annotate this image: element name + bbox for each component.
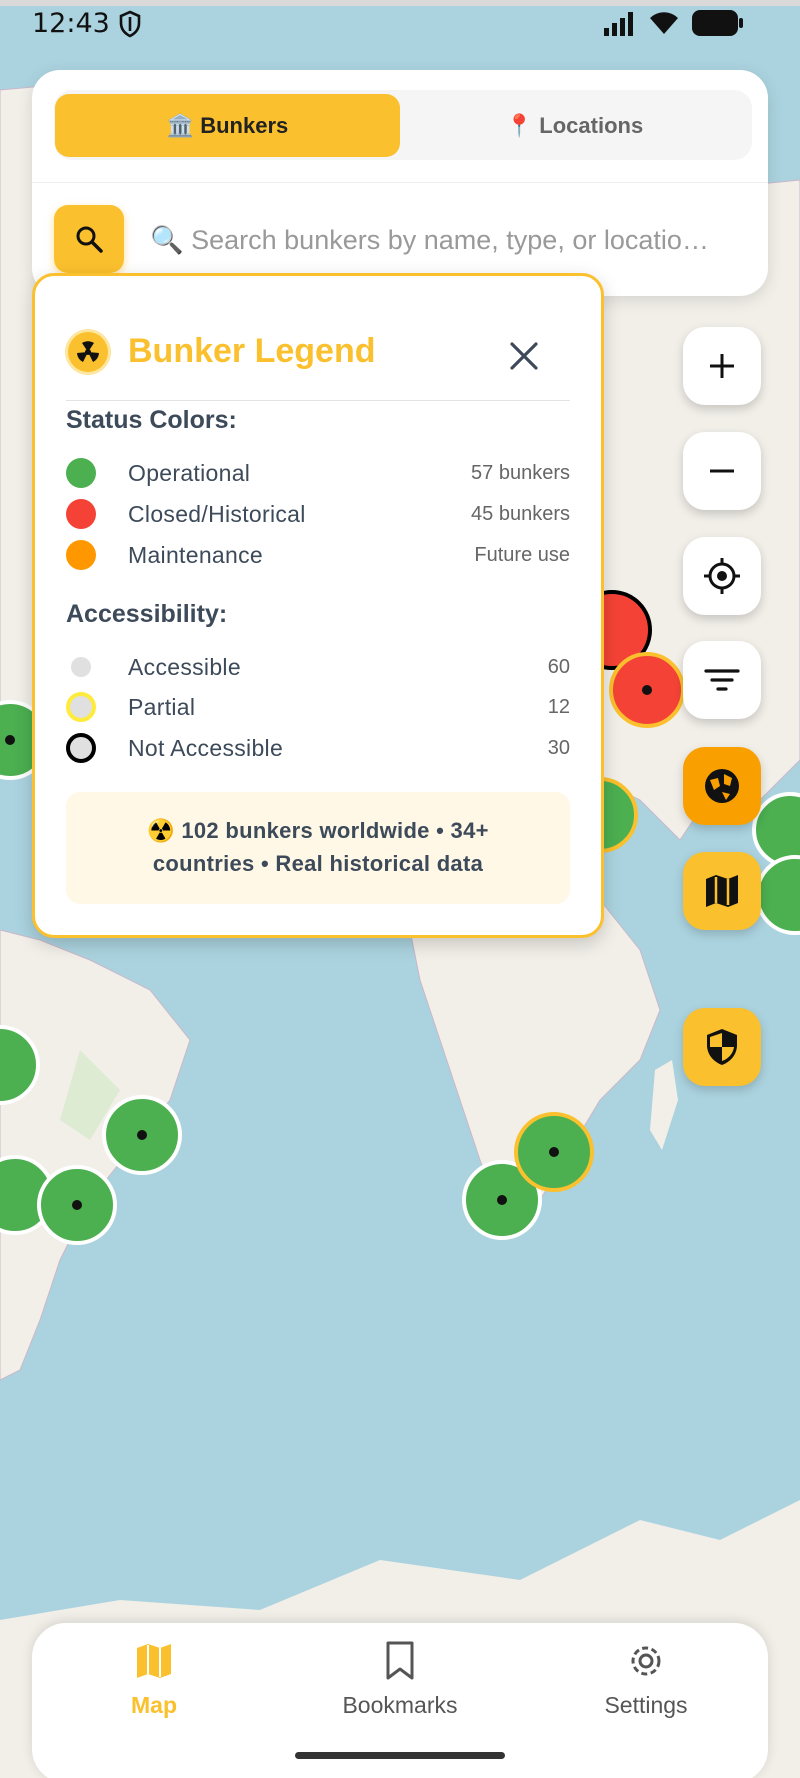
legend-item-value: 30 bbox=[547, 736, 570, 759]
security-button[interactable] bbox=[683, 1008, 761, 1086]
nav-map-label: Map bbox=[131, 1692, 177, 1718]
map-icon bbox=[137, 1644, 171, 1678]
legend-item-partial: Partial 12 bbox=[66, 691, 570, 723]
search-icon bbox=[76, 226, 103, 253]
nav-map[interactable]: Map bbox=[54, 1640, 254, 1740]
bunker-marker[interactable] bbox=[102, 1095, 182, 1175]
legend-item-value: 60 bbox=[547, 655, 570, 678]
info-line-2: countries • Real historical data bbox=[152, 851, 484, 876]
accessibility-heading: Accessibility: bbox=[66, 600, 228, 628]
filter-button[interactable] bbox=[683, 641, 761, 719]
nav-bookmarks-label: Bookmarks bbox=[342, 1692, 458, 1718]
minus-icon bbox=[710, 469, 734, 473]
legend-item-label: Partial bbox=[128, 693, 196, 720]
wifi-icon bbox=[650, 12, 678, 34]
legend-divider bbox=[66, 400, 570, 401]
legend-title: Bunker Legend bbox=[128, 332, 376, 370]
legend-item-accessible: Accessible 60 bbox=[66, 651, 570, 683]
red-dot bbox=[66, 499, 96, 529]
globe-icon bbox=[705, 769, 739, 803]
legend-item-label: Maintenance bbox=[128, 541, 263, 568]
legend-item-label: Accessible bbox=[128, 653, 241, 680]
status-time: 12:43 bbox=[32, 8, 110, 39]
legend-item-not-accessible: Not Accessible 30 bbox=[66, 732, 570, 764]
nav-bookmarks[interactable]: Bookmarks bbox=[300, 1640, 500, 1740]
zoom-in-button[interactable] bbox=[683, 327, 761, 405]
search-input[interactable]: 🔍 Search bunkers by name, type, or locat… bbox=[150, 218, 730, 262]
legend-item-operational: Operational 57 bunkers bbox=[66, 457, 570, 489]
my-location-button[interactable] bbox=[683, 537, 761, 615]
accessible-dot bbox=[71, 657, 91, 677]
partial-dot bbox=[66, 692, 96, 722]
zoom-out-button[interactable] bbox=[683, 432, 761, 510]
shield-icon bbox=[707, 1029, 737, 1065]
tab-locations[interactable]: 📍 Locations bbox=[402, 94, 747, 157]
gear-icon bbox=[631, 1646, 661, 1676]
tab-bunkers-label: 🏛️ Bunkers bbox=[166, 112, 289, 138]
orange-dot bbox=[66, 540, 96, 570]
filter-icon bbox=[704, 669, 740, 691]
bunker-marker[interactable] bbox=[609, 652, 685, 728]
legend-item-closed: Closed/Historical 45 bunkers bbox=[66, 498, 570, 530]
legend-item-label: Operational bbox=[128, 459, 251, 486]
bookmark-icon bbox=[386, 1641, 414, 1680]
legend-item-value: 12 bbox=[547, 695, 570, 718]
legend-item-maintenance: Maintenance Future use bbox=[66, 539, 570, 571]
nav-settings[interactable]: Settings bbox=[546, 1640, 746, 1740]
radiation-icon bbox=[68, 332, 108, 372]
crosshair-icon bbox=[704, 558, 740, 594]
info-line-1: ☢️ 102 bunkers worldwide • 34+ bbox=[147, 818, 489, 843]
tab-bunkers[interactable]: 🏛️ Bunkers bbox=[55, 94, 400, 157]
map-icon bbox=[706, 875, 738, 907]
legend-item-value: 57 bunkers bbox=[471, 461, 570, 484]
bunker-marker[interactable] bbox=[37, 1165, 117, 1245]
legend-info-box: ☢️ 102 bunkers worldwide • 34+ countries… bbox=[66, 792, 570, 904]
signal-icon bbox=[604, 12, 633, 36]
status-colors-heading: Status Colors: bbox=[66, 406, 237, 434]
plus-icon bbox=[710, 354, 734, 378]
status-bar: 12:43 bbox=[0, 0, 800, 48]
home-indicator[interactable] bbox=[295, 1752, 505, 1759]
shield-status-icon bbox=[119, 10, 141, 38]
battery-icon bbox=[692, 10, 743, 36]
globe-button[interactable] bbox=[683, 747, 761, 825]
legend-item-value: 45 bunkers bbox=[471, 502, 570, 525]
nav-settings-label: Settings bbox=[604, 1692, 688, 1718]
not-accessible-dot bbox=[66, 733, 96, 763]
green-dot bbox=[66, 458, 96, 488]
legend-item-label: Not Accessible bbox=[128, 734, 284, 761]
search-placeholder: 🔍 Search bunkers by name, type, or locat… bbox=[150, 225, 709, 255]
bunker-marker[interactable] bbox=[514, 1112, 594, 1192]
legend-item-value: Future use bbox=[474, 543, 570, 566]
legend-item-label: Closed/Historical bbox=[128, 500, 306, 527]
map-style-button[interactable] bbox=[683, 852, 761, 930]
tab-locations-label: 📍 Locations bbox=[505, 112, 644, 138]
close-icon[interactable] bbox=[502, 334, 546, 378]
search-button[interactable] bbox=[54, 205, 124, 273]
